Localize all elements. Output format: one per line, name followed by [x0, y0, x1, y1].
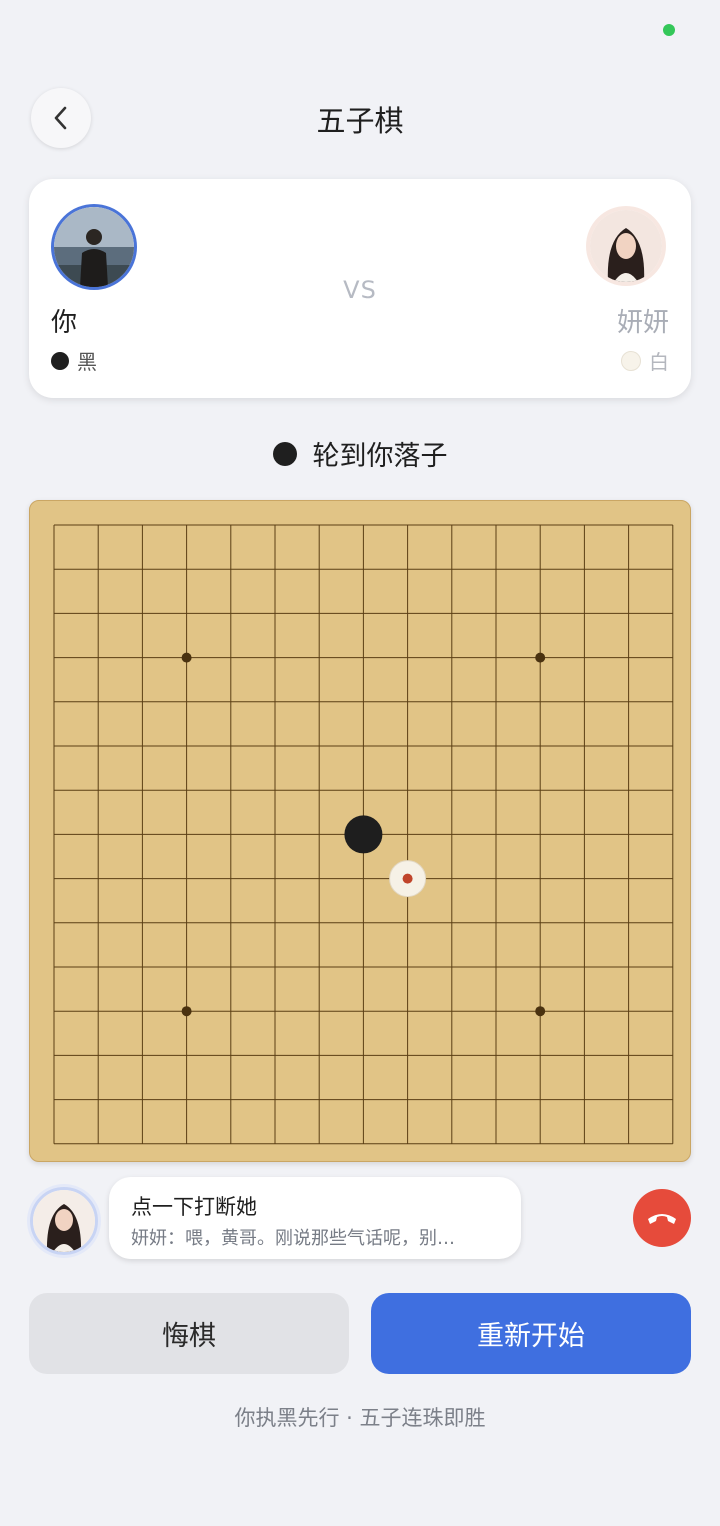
white-stone-icon	[621, 350, 641, 371]
star-point	[181, 1006, 192, 1017]
page-title: 五子棋	[316, 104, 404, 138]
my-stone-label: 黑	[77, 350, 97, 374]
gomoku-board[interactable]	[29, 500, 691, 1162]
turn-indicator: 轮到你落子	[0, 434, 720, 473]
opponent-name: 妍妍	[616, 308, 669, 338]
black-stone	[344, 815, 383, 854]
my-name: 你	[51, 308, 78, 338]
interrupt-subtitle: 妍妍：喂，黄哥。刚说那些气话呢，别…	[131, 1228, 455, 1249]
interrupt-title: 点一下打断她	[131, 1195, 257, 1219]
my-stone-color: 黑	[51, 346, 97, 375]
star-point	[535, 1006, 546, 1017]
opponent-stone-color: 白	[621, 346, 669, 375]
last-move-marker	[402, 873, 413, 884]
board-grid[interactable]	[30, 501, 690, 1161]
opponent-stone-label: 白	[649, 350, 669, 374]
footer-hint: 你执黑先行 · 五子连珠即胜	[234, 1406, 486, 1430]
undo-button[interactable]: 悔棋	[29, 1293, 349, 1374]
turn-text: 轮到你落子	[312, 441, 448, 472]
hangup-button[interactable]	[633, 1189, 691, 1247]
black-stone-icon	[51, 351, 69, 370]
status-indicator-dot	[663, 24, 675, 36]
call-avatar[interactable]	[30, 1187, 98, 1255]
star-point	[181, 652, 192, 663]
opponent-avatar[interactable]	[590, 210, 662, 282]
players-card: 你 黑 VS 妍妍 白	[29, 179, 691, 398]
restart-button[interactable]: 重新开始	[371, 1293, 691, 1374]
phone-hangup-icon	[648, 1214, 676, 1224]
star-point	[535, 652, 546, 663]
turn-stone-icon	[272, 441, 297, 466]
vs-label: VS	[343, 276, 377, 304]
interrupt-bubble[interactable]: 点一下打断她 妍妍：喂，黄哥。刚说那些气话呢，别…	[109, 1177, 521, 1259]
